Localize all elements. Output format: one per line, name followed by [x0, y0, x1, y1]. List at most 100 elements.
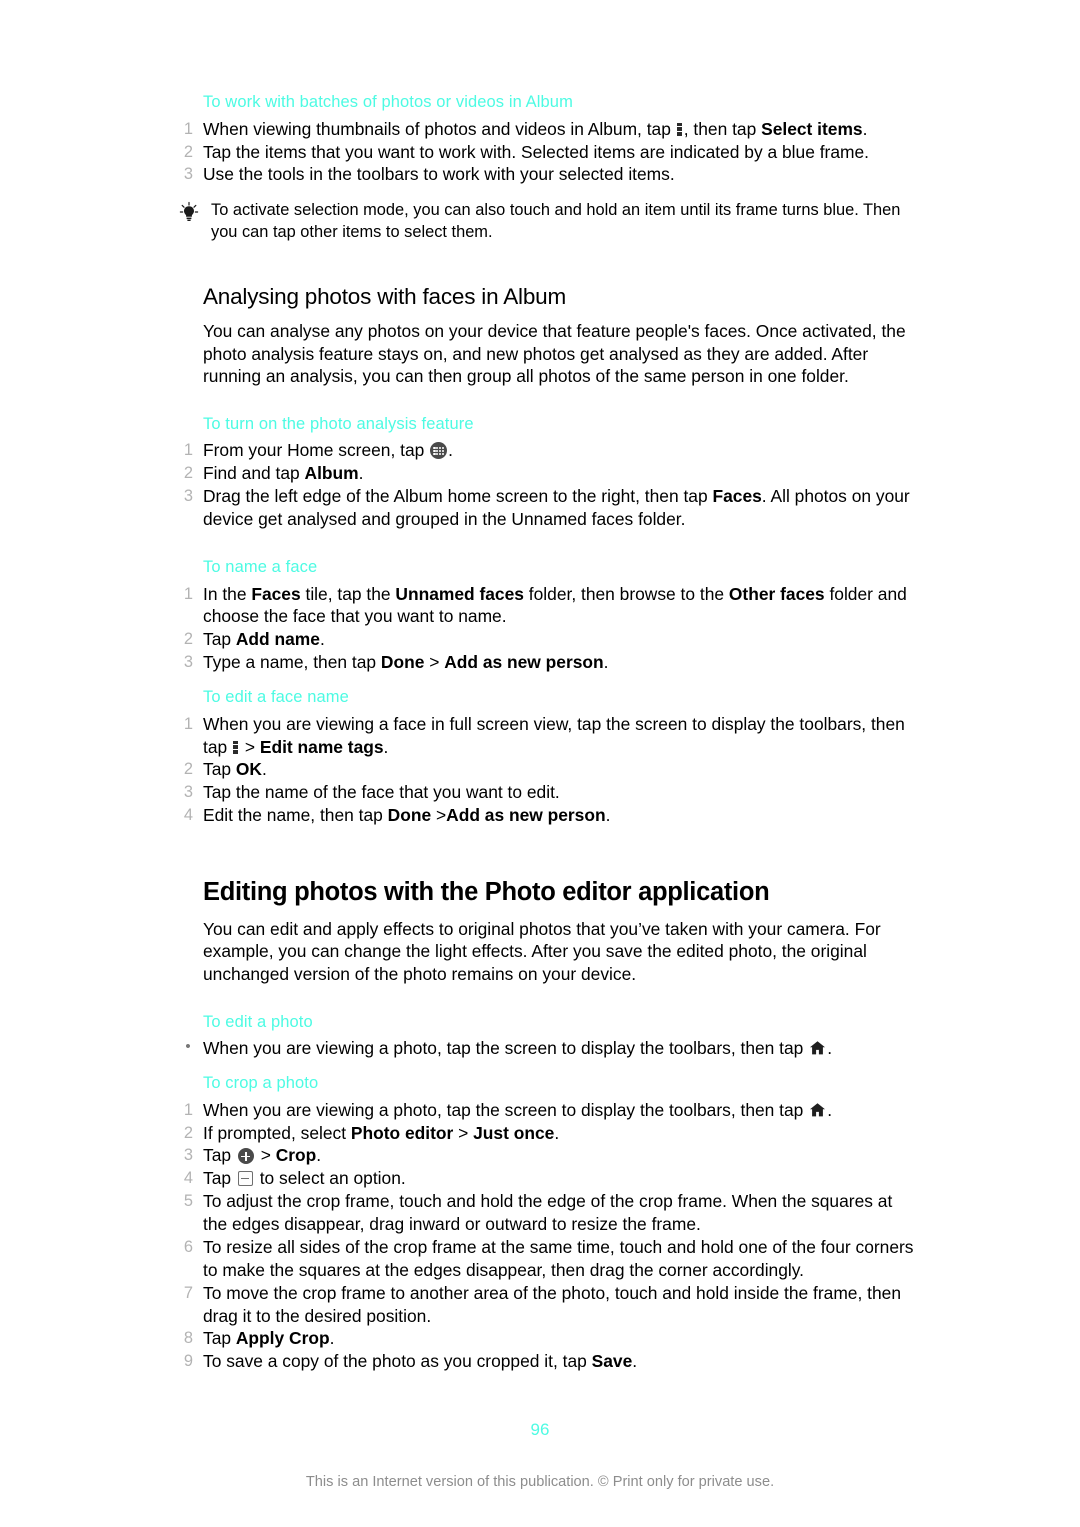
emphasis-text: Faces — [251, 583, 301, 604]
emphasis-text: Album — [304, 463, 359, 484]
list-item: • When you are viewing a photo, tap the s… — [178, 1037, 918, 1060]
list-item: 3 Tap the name of the face that you want … — [178, 781, 918, 804]
list-item: 4 Edit the name, then tap Done >Add as ne… — [178, 804, 918, 827]
step-text: When you are viewing a face in full scre… — [203, 713, 905, 757]
step-text: Tap OK. — [203, 759, 267, 780]
list-bullet: • — [185, 1038, 191, 1056]
step-text: Type a name, then tap Done > Add as new … — [203, 652, 609, 673]
plus-circle-icon — [237, 1148, 254, 1165]
tip-selection-mode: To activate selection mode, you can also… — [178, 200, 918, 243]
emphasis-text: Done — [380, 652, 425, 673]
list-item: 1 From your Home screen, tap . — [178, 439, 918, 462]
step-number: 3 — [183, 165, 193, 184]
list-item: 2 If prompted, select Photo editor > Just… — [178, 1122, 918, 1145]
step-text: From your Home screen, tap . — [203, 440, 453, 461]
emphasis-text: Other faces — [728, 583, 825, 604]
list-item: 1 When you are viewing a face in full scr… — [178, 713, 918, 759]
step-text: To save a copy of the photo as you cropp… — [203, 1351, 638, 1372]
step-text: Tap Add name. — [203, 629, 325, 650]
emphasis-text: Photo editor — [350, 1122, 454, 1143]
list-item: 4 Tap to select an option. — [178, 1167, 918, 1190]
page-content: To work with batches of photos or videos… — [178, 92, 918, 1373]
steps-crop-a-photo: 1 When you are viewing a photo, tap the s… — [178, 1099, 918, 1374]
kebab-menu-icon — [233, 740, 239, 755]
step-text: In the Faces tile, tap the Unnamed faces… — [203, 583, 907, 627]
step-text: To resize all sides of the crop frame at… — [203, 1236, 914, 1280]
emphasis-text: Unnamed faces — [395, 583, 524, 604]
step-number: 1 — [183, 1100, 193, 1119]
list-item: 1 When you are viewing a photo, tap the s… — [178, 1099, 918, 1122]
list-item: 1 When viewing thumbnails of photos and v… — [178, 118, 918, 141]
steps-turn-on-analysis: 1 From your Home screen, tap . 2 Find and t… — [178, 439, 918, 531]
emphasis-text: Done — [387, 805, 432, 826]
step-number: 4 — [183, 806, 193, 825]
list-item: 2 Tap OK. — [178, 758, 918, 781]
step-number: 7 — [183, 1283, 193, 1302]
steps-name-a-face: 1 In the Faces tile, tap the Unnamed face… — [178, 583, 918, 675]
list-item: 9 To save a copy of the photo as you crop… — [178, 1350, 918, 1373]
heading-turn-on-analysis: To turn on the photo analysis feature — [203, 414, 474, 433]
emphasis-text: Faces — [712, 486, 762, 507]
step-text: Find and tap Album. — [203, 463, 364, 484]
list-item: 2 Tap Add name. — [178, 628, 918, 651]
list-item: 1 In the Faces tile, tap the Unnamed face… — [178, 583, 918, 629]
step-number: 4 — [183, 1169, 193, 1188]
paragraph-analysing-intro: You can analyse any photos on your devic… — [203, 320, 906, 387]
step-text: Drag the left edge of the Album home scr… — [203, 486, 910, 530]
list-item: 3 Use the tools in the toolbars to work w… — [178, 163, 918, 186]
heading-name-a-face: To name a face — [203, 557, 318, 576]
emphasis-text: Just once — [473, 1122, 555, 1143]
heading-crop-a-photo: To crop a photo — [203, 1074, 319, 1092]
step-number: 2 — [183, 464, 193, 483]
heading-photo-editor: Editing photos with the Photo editor app… — [203, 878, 770, 907]
emphasis-text: Add name — [235, 629, 320, 650]
step-number: 3 — [183, 487, 193, 506]
step-text: Tap the items that you want to work with… — [203, 141, 870, 162]
emphasis-text: Add as new person — [446, 805, 606, 826]
home-icon — [809, 1039, 826, 1055]
step-number: 3 — [183, 653, 193, 672]
step-number: 1 — [183, 584, 193, 603]
step-text: Use the tools in the toolbars to work wi… — [203, 164, 675, 185]
step-number: 6 — [183, 1237, 193, 1256]
steps-edit-face-name: 1 When you are viewing a face in full scr… — [178, 713, 918, 827]
step-number: 2 — [183, 142, 193, 161]
emphasis-text: Apply Crop — [235, 1328, 330, 1349]
step-number: 8 — [183, 1329, 193, 1348]
page-number: 96 — [530, 1420, 550, 1439]
step-text: When viewing thumbnails of photos and vi… — [203, 118, 868, 139]
step-text: Tap to select an option. — [203, 1168, 406, 1189]
tip-text: To activate selection mode, you can also… — [211, 201, 901, 241]
emphasis-text: Edit name tags — [259, 736, 384, 757]
emphasis-text: Save — [591, 1351, 633, 1372]
app-drawer-icon — [430, 442, 448, 460]
list-item: 7 To move the crop frame to another area … — [178, 1282, 918, 1328]
steps-batches: 1 When viewing thumbnails of photos and v… — [178, 118, 918, 187]
list-item: 2 Tap the items that you want to work wit… — [178, 141, 918, 164]
heading-edit-a-photo: To edit a photo — [203, 1012, 313, 1031]
step-number: 3 — [183, 1146, 193, 1165]
step-number: 1 — [183, 714, 193, 733]
step-text: Tap > Crop. — [203, 1145, 322, 1166]
kebab-menu-icon — [676, 122, 683, 137]
step-number: 1 — [183, 119, 193, 138]
emphasis-text: Select items — [761, 118, 863, 139]
home-icon — [809, 1101, 826, 1117]
step-number: 2 — [183, 1123, 193, 1142]
step-text: Tap the name of the face that you want t… — [203, 782, 560, 803]
step-text: To move the crop frame to another area o… — [203, 1282, 901, 1326]
step-text: When you are viewing a photo, tap the sc… — [203, 1099, 833, 1120]
list-item: 3 Type a name, then tap Done > Add as new… — [178, 651, 918, 674]
step-text: Edit the name, then tap Done >Add as new… — [203, 805, 611, 826]
steps-edit-a-photo: • When you are viewing a photo, tap the s… — [178, 1037, 918, 1060]
step-number: 9 — [183, 1352, 193, 1371]
option-box-icon — [237, 1171, 253, 1187]
emphasis-text: Crop — [275, 1145, 317, 1166]
list-item: 6 To resize all sides of the crop frame a… — [178, 1236, 918, 1282]
step-number: 1 — [183, 441, 193, 460]
heading-batches: To work with batches of photos or videos… — [203, 93, 573, 111]
step-text: When you are viewing a photo, tap the sc… — [203, 1038, 833, 1059]
list-item: 3 Drag the left edge of the Album home sc… — [178, 485, 918, 531]
step-text: If prompted, select Photo editor > Just … — [203, 1122, 560, 1143]
manual-page: To work with batches of photos or videos… — [0, 0, 1080, 1527]
